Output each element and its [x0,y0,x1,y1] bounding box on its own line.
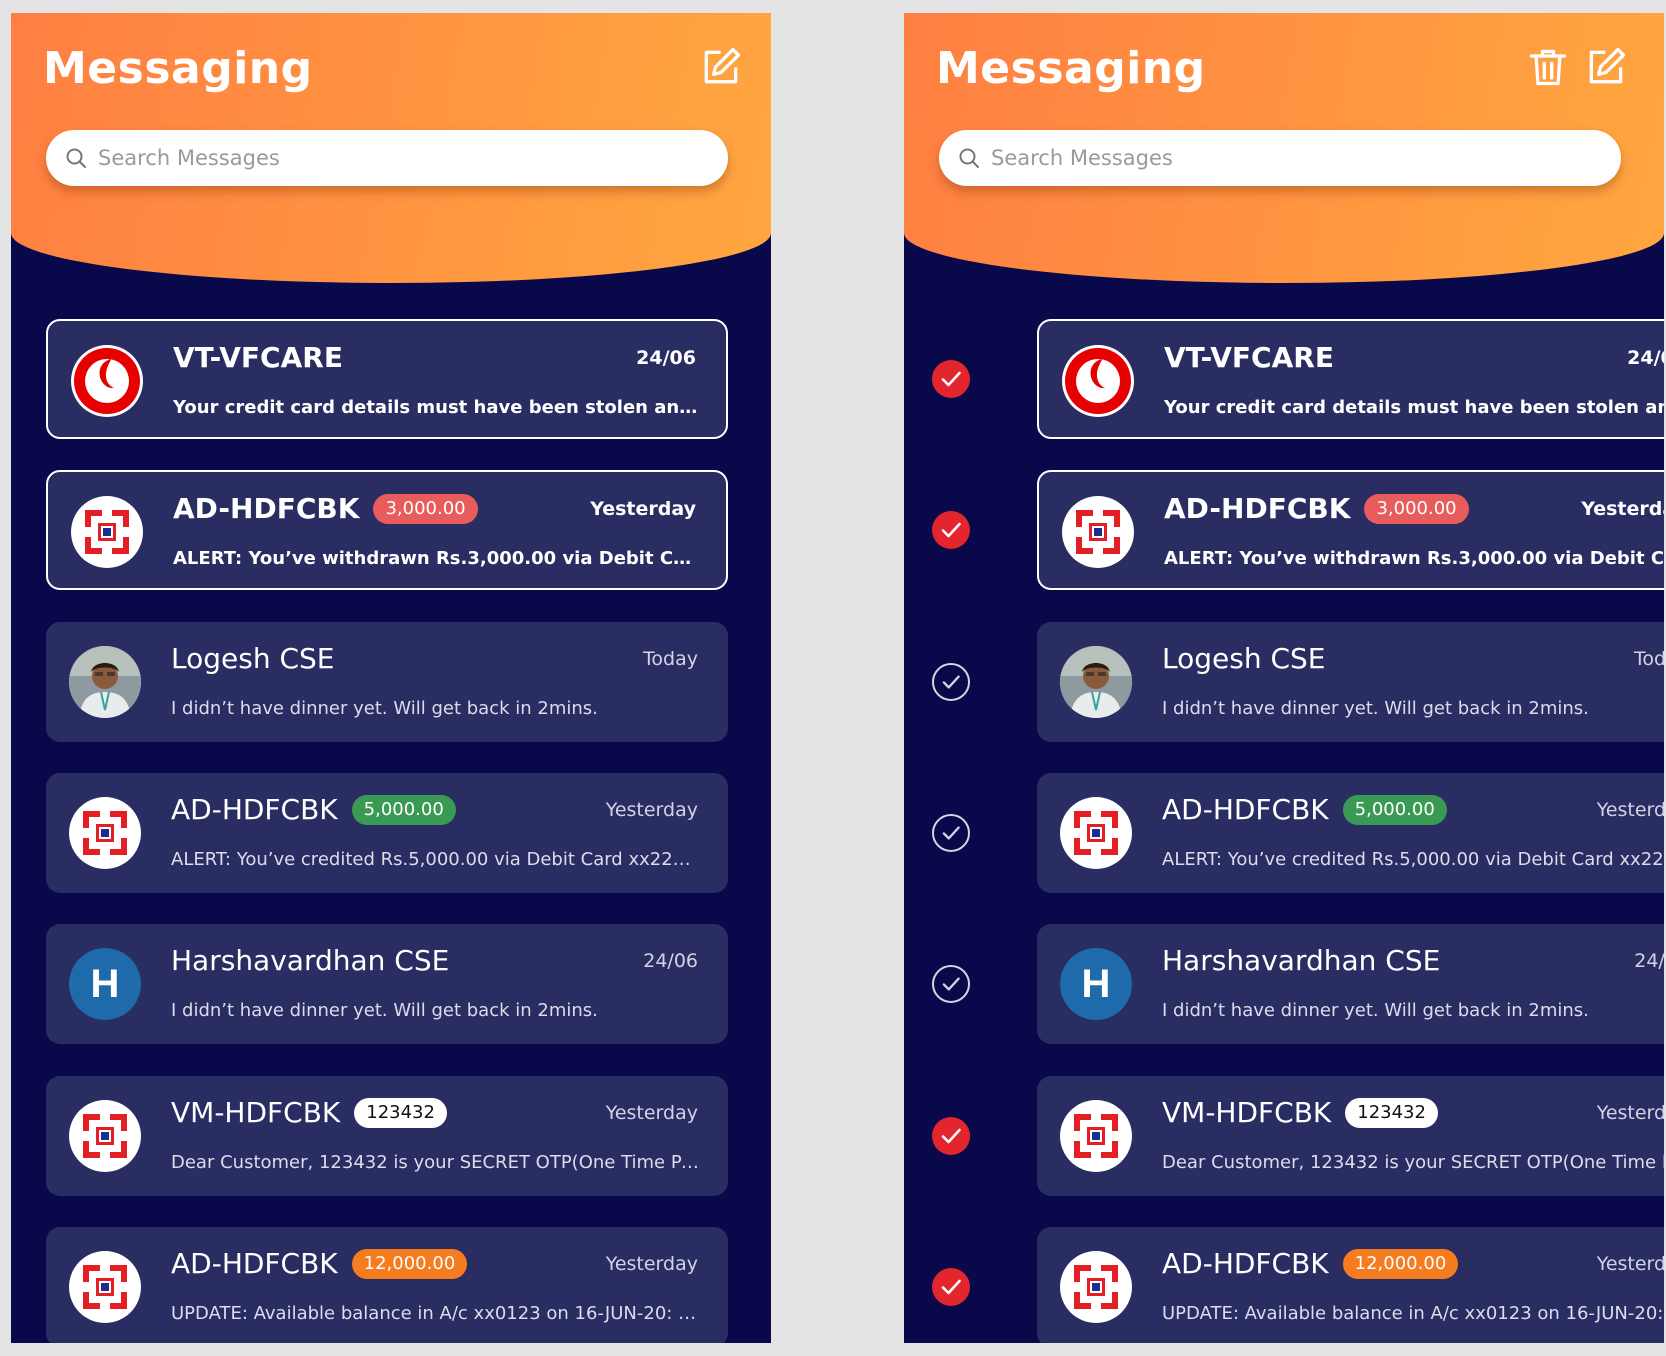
messaging-screen-default: Messaging VT-VFCARE 24/06 Your credit card… [11,13,771,1343]
amount-badge: 12,000.00 [351,1249,468,1279]
message-item[interactable]: H Harshavardhan CSE 24/06 I didn’t have din… [1037,924,1664,1044]
trash-icon[interactable] [1526,45,1570,89]
message-item[interactable]: Logesh CSE Today I didn’t have dinner yet.… [1037,622,1664,742]
letter-avatar: H [69,948,141,1020]
search-bar [939,130,1621,186]
sender-name: VM-HDFCBK [1162,1096,1332,1129]
compose-icon[interactable] [1584,45,1628,89]
message-preview: I didn’t have dinner yet. Will get back … [1162,1000,1589,1021]
hdfc-logo-icon [1062,496,1134,568]
page-title: Messaging [936,43,1206,94]
search-icon [66,148,86,168]
amount-badge: 5,000.00 [351,795,456,825]
sender-name: AD-HDFCBK [171,793,338,826]
amount-badge: 123432 [354,1098,447,1128]
compose-icon[interactable] [699,45,743,89]
message-preview: ALERT: You’ve withdrawn Rs.3,000.00 via … [1164,548,1664,569]
message-preview: ALERT: You’ve credited Rs.5,000.00 via D… [171,849,701,870]
message-time: Yesterday [1596,1102,1664,1124]
checkbox-unchecked-icon[interactable] [932,814,970,852]
message-item[interactable]: AD-HDFCBK 3,000.00 Yesterday ALERT: You’ve … [46,470,728,590]
message-item[interactable]: AD-HDFCBK 5,000.00 Yesterday ALERT: You’ve … [46,773,728,893]
search-input[interactable] [991,130,1591,186]
message-preview: Dear Customer, 123432 is your SECRET OTP… [171,1152,701,1173]
message-item[interactable]: H Harshavardhan CSE 24/06 I didn’t have din… [46,924,728,1044]
message-time: Yesterday [605,1253,698,1275]
message-item[interactable]: AD-HDFCBK 12,000.00 Yesterday UPDATE: Avail… [1037,1227,1664,1343]
message-preview: I didn’t have dinner yet. Will get back … [171,698,598,719]
message-item[interactable]: VT-VFCARE 24/06 Your credit card details m… [1037,319,1664,439]
message-time: 24/06 [1627,347,1664,369]
page-title: Messaging [43,43,313,94]
hdfc-logo-icon [69,1100,141,1172]
sender-name: AD-HDFCBK [1164,492,1351,525]
sender-name: Harshavardhan CSE [171,944,450,977]
message-preview: I didn’t have dinner yet. Will get back … [1162,698,1589,719]
hdfc-logo-icon [71,496,143,568]
message-time: 24/06 [636,347,696,369]
checkbox-checked-icon[interactable] [932,511,970,549]
amount-badge: 3,000.00 [1364,494,1469,524]
message-item[interactable]: AD-HDFCBK 12,000.00 Yesterday UPDATE: Avail… [46,1227,728,1343]
message-time: Yesterday [1596,799,1664,821]
message-preview: Your credit card details must have been … [173,397,703,418]
message-preview: UPDATE: Available balance in A/c xx0123 … [171,1303,701,1324]
checkbox-checked-icon[interactable] [932,1117,970,1155]
message-preview: ALERT: You’ve credited Rs.5,000.00 via D… [1162,849,1664,870]
hdfc-logo-icon [1060,797,1132,869]
avatar [1060,646,1132,718]
sender-name: AD-HDFCBK [173,492,360,525]
letter-avatar: H [1060,948,1132,1020]
message-item[interactable]: AD-HDFCBK 5,000.00 Yesterday ALERT: You’ve … [1037,773,1664,893]
hdfc-logo-icon [69,1251,141,1323]
sender-name: Logesh CSE [171,642,335,675]
sender-name: AD-HDFCBK [1162,1247,1329,1280]
message-item[interactable]: VM-HDFCBK 123432 Yesterday Dear Customer, 1… [46,1076,728,1196]
sender-name: VT-VFCARE [1164,341,1334,374]
message-time: 24/06 [1634,950,1664,972]
checkbox-unchecked-icon[interactable] [932,663,970,701]
message-item[interactable]: AD-HDFCBK 3,000.00 Yesterday ALERT: You’ve … [1037,470,1664,590]
hdfc-logo-icon [1060,1251,1132,1323]
message-time: Today [643,648,698,670]
search-input[interactable] [98,130,698,186]
message-preview: Dear Customer, 123432 is your SECRET OTP… [1162,1152,1664,1173]
amount-badge: 3,000.00 [373,494,478,524]
message-time: Yesterday [605,1102,698,1124]
sender-name: AD-HDFCBK [171,1247,338,1280]
message-preview: UPDATE: Available balance in A/c xx0123 … [1162,1303,1664,1324]
amount-badge: 5,000.00 [1342,795,1447,825]
hdfc-logo-icon [69,797,141,869]
vodafone-logo-icon [1062,345,1134,417]
message-time: Today [1634,648,1664,670]
message-preview: Your credit card details must have been … [1164,397,1664,418]
message-time: Yesterday [590,498,696,520]
sender-name: AD-HDFCBK [1162,793,1329,826]
message-preview: I didn’t have dinner yet. Will get back … [171,1000,598,1021]
message-time: 24/06 [643,950,698,972]
amount-badge: 12,000.00 [1342,1249,1459,1279]
message-preview: ALERT: You’ve withdrawn Rs.3,000.00 via … [173,548,703,569]
message-time: Yesterday [605,799,698,821]
checkbox-checked-icon[interactable] [932,1268,970,1306]
avatar [69,646,141,718]
message-time: Yesterday [1596,1253,1664,1275]
sender-name: VM-HDFCBK [171,1096,341,1129]
message-item[interactable]: VT-VFCARE 24/06 Your credit card details m… [46,319,728,439]
messaging-screen-selection: Messaging VT-VFCARE 24/06 Your credit card… [904,13,1664,1343]
search-icon [959,148,979,168]
message-item[interactable]: VM-HDFCBK 123432 Yesterday Dear Customer, 1… [1037,1076,1664,1196]
sender-name: Logesh CSE [1162,642,1326,675]
search-bar [46,130,728,186]
message-time: Yesterday [1581,498,1664,520]
sender-name: VT-VFCARE [173,341,343,374]
hdfc-logo-icon [1060,1100,1132,1172]
sender-name: Harshavardhan CSE [1162,944,1441,977]
amount-badge: 123432 [1345,1098,1438,1128]
checkbox-checked-icon[interactable] [932,360,970,398]
checkbox-unchecked-icon[interactable] [932,965,970,1003]
message-item[interactable]: Logesh CSE Today I didn’t have dinner yet.… [46,622,728,742]
vodafone-logo-icon [71,345,143,417]
